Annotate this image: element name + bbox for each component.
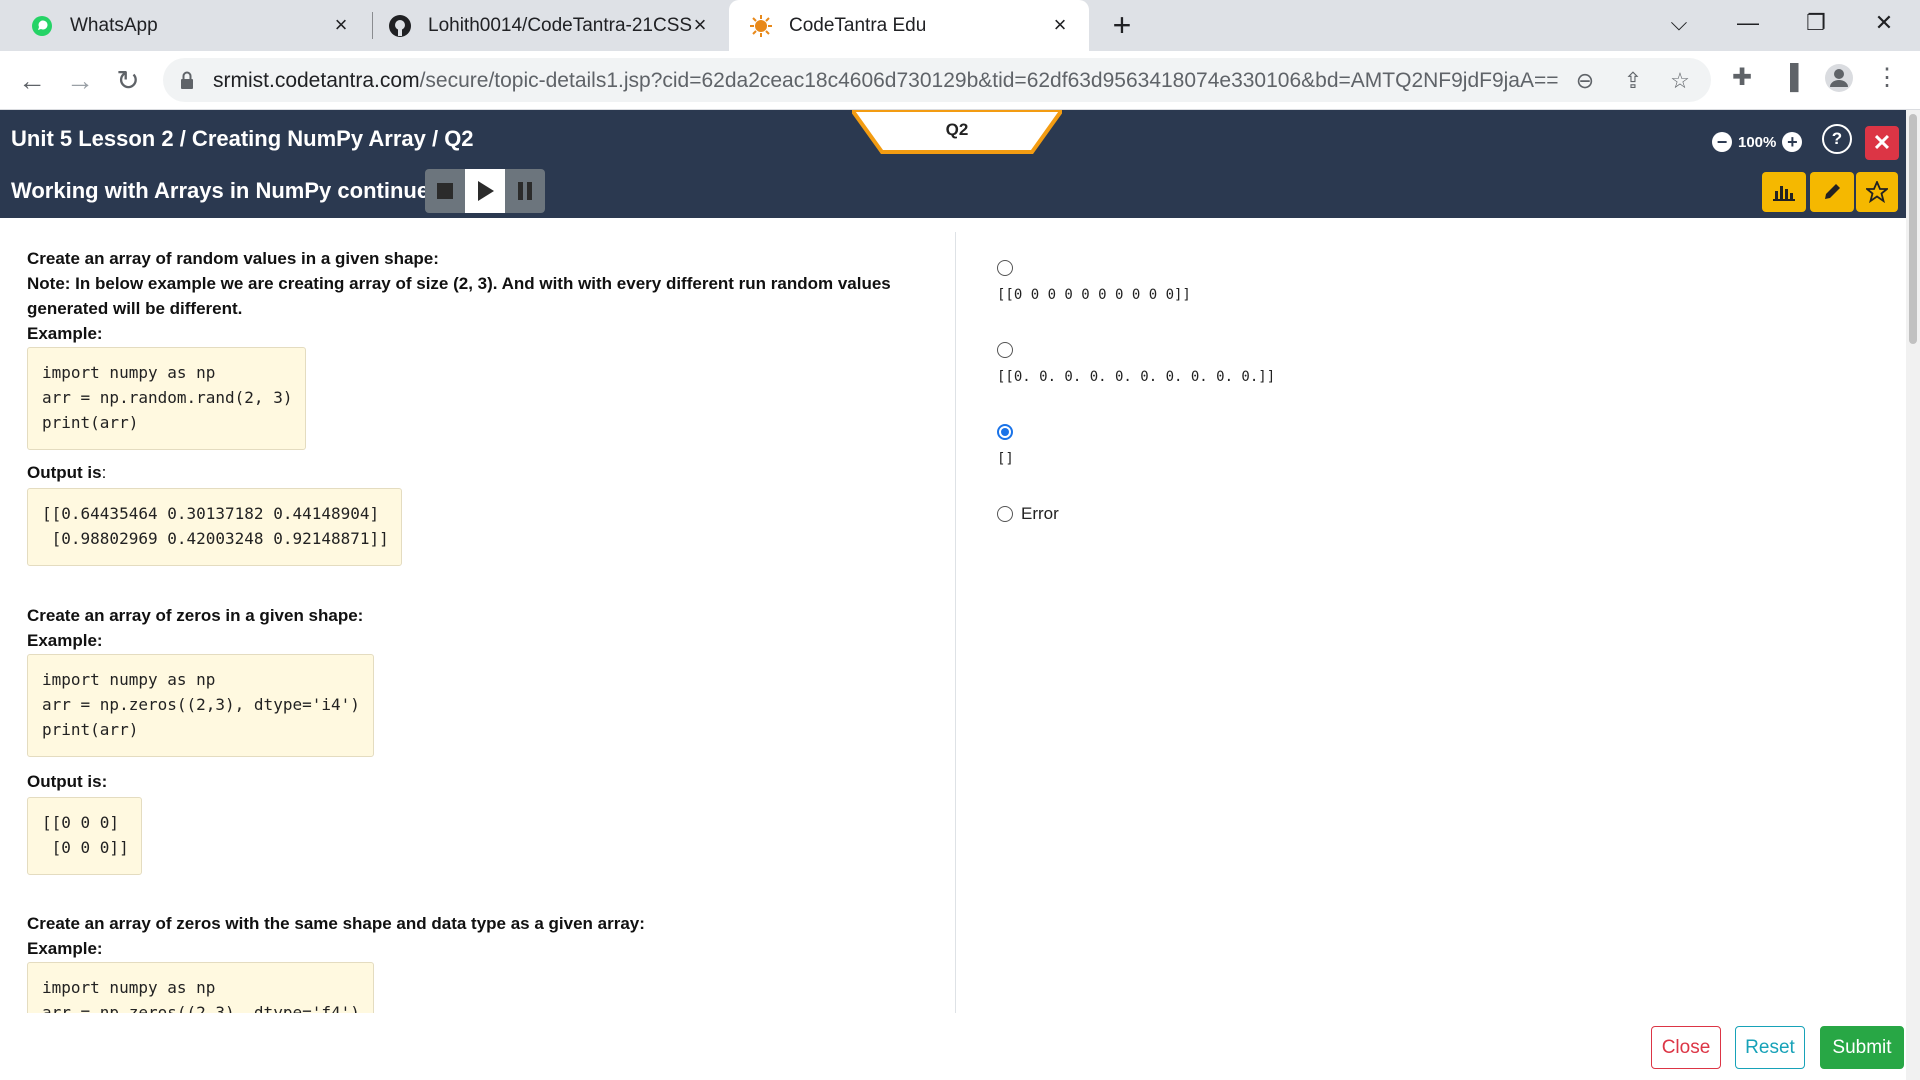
question-tab-label: Q2 [945,120,969,139]
code-block: import numpy as np arr = np.zeros((2,3),… [27,962,374,1013]
scrollbar-thumb[interactable] [1909,114,1917,344]
zoom-level: 100% [1738,133,1777,151]
url-domain: srmist.codetantra.com [213,69,420,92]
tab-whatsapp[interactable]: WhatsApp × [0,0,370,51]
tab-github[interactable]: Lohith0014/CodeTantra-21CSS101 × [374,0,729,51]
codetantra-icon [749,14,773,38]
zoom-out-icon[interactable]: − [1712,132,1732,152]
radio-button-selected[interactable] [997,424,1013,440]
side-panel-icon[interactable]: ▐ [1775,63,1805,93]
example-label: Example: [27,324,103,343]
stop-button[interactable] [425,169,465,213]
browser-tab-bar: WhatsApp × Lohith0014/CodeTantra-21CSS10… [0,0,1920,51]
restore-icon[interactable]: ❐ [1796,8,1836,38]
star-icon [1866,181,1888,203]
browser-toolbar: ← → ↻ srmist.codetantra.com/secure/topic… [0,51,1920,110]
radio-button[interactable] [997,260,1013,276]
tab-codetantra[interactable]: CodeTantra Edu × [729,0,1089,51]
page-scrollbar[interactable] [1906,110,1920,1080]
star-icon[interactable]: ☆ [1667,68,1693,94]
example-label: Example: [27,939,103,958]
close-button[interactable]: Close [1651,1026,1721,1069]
zoom-in-icon[interactable]: + [1782,132,1803,152]
reset-button[interactable]: Reset [1735,1026,1805,1069]
tab-separator [372,12,373,39]
output-label-text: Output is [27,463,102,482]
output-label: Output is: [27,463,106,483]
bookmark-button[interactable] [1856,172,1898,212]
address-bar[interactable]: srmist.codetantra.com/secure/topic-detai… [163,58,1711,102]
radio-button[interactable] [997,506,1013,522]
stats-button[interactable] [1762,172,1806,212]
forward-icon[interactable]: → [62,63,98,99]
url-path: /secure/topic-details1.jsp?cid=62da2ceac… [419,69,1559,92]
window-close-icon[interactable]: ✕ [1864,8,1904,38]
close-icon[interactable]: × [1049,14,1071,36]
reload-icon[interactable]: ↻ [110,63,146,99]
option-text: Error [1021,504,1059,523]
breadcrumb: Unit 5 Lesson 2 / Creating NumPy Array /… [11,126,474,151]
media-controls [425,169,545,213]
section-heading: Create an array of zeros with the same s… [27,914,645,933]
output-label: Output is: [27,772,108,791]
output-label-colon: : [101,463,107,482]
output-block: [[0 0 0] [0 0 0]] [27,797,142,875]
whatsapp-icon [30,14,54,38]
section-zeros-like: Create an array of zeros with the same s… [27,911,947,961]
zoom-control: − 100% + [1712,132,1803,152]
bar-chart-icon [1773,186,1795,201]
output-block: [[0.64435464 0.30137182 0.44148904] [0.9… [27,488,402,566]
tab-title: Lohith0014/CodeTantra-21CSS101 [428,14,693,36]
play-button[interactable] [465,169,505,213]
github-icon [388,14,412,38]
minimize-icon[interactable]: — [1728,8,1768,38]
edit-button[interactable] [1810,172,1854,212]
section-note: Note: In below example we are creating a… [27,274,891,318]
question-tab[interactable]: Q2 [852,110,1062,154]
code-block: import numpy as np arr = np.zeros((2,3),… [27,654,374,757]
pause-button[interactable] [505,169,545,213]
help-button[interactable]: ? [1822,124,1852,154]
option-2[interactable]: [[0. 0. 0. 0. 0. 0. 0. 0. 0. 0.]] [997,342,1275,385]
code-block: import numpy as np arr = np.random.rand(… [27,347,306,450]
close-icon[interactable]: × [330,14,352,36]
option-3[interactable]: [] [997,424,1014,467]
option-4[interactable]: Error [997,504,1059,524]
example-label: Example: [27,631,103,650]
section-heading: Create an array of zeros in a given shap… [27,606,364,625]
option-1[interactable]: [[0 0 0 0 0 0 0 0 0 0]] [997,260,1191,303]
extensions-icon[interactable]: ✚ [1727,63,1757,93]
section-random: Create an array of random values in a gi… [27,246,947,346]
close-icon[interactable]: × [689,14,711,36]
pencil-icon [1825,184,1840,199]
pane-divider[interactable] [955,232,956,1013]
new-tab-button[interactable]: + [1108,9,1136,41]
page-title: Working with Arrays in NumPy continue.. [11,178,442,203]
lesson-content: Create an array of random values in a gi… [0,218,955,1013]
option-text: [[0 0 0 0 0 0 0 0 0 0]] [997,287,1191,303]
back-icon[interactable]: ← [14,63,50,99]
section-heading: Create an array of random values in a gi… [27,249,439,268]
radio-button[interactable] [997,342,1013,358]
chevron-down-icon[interactable]: ⌵ [1659,8,1699,38]
url-text: srmist.codetantra.com/secure/topic-detai… [213,69,1559,93]
submit-button[interactable]: Submit [1820,1026,1904,1069]
profile-icon[interactable] [1824,63,1854,93]
action-footer: Close Reset Submit [0,1013,1906,1080]
section-zeros: Create an array of zeros in a given shap… [27,603,947,653]
tab-title: WhatsApp [70,14,158,36]
option-text: [] [997,451,1014,467]
tab-title: CodeTantra Edu [789,14,927,36]
lesson-header: Unit 5 Lesson 2 / Creating NumPy Array /… [0,110,1906,218]
lock-icon [180,71,194,89]
share-icon[interactable]: ⇪ [1620,68,1646,94]
option-text: [[0. 0. 0. 0. 0. 0. 0. 0. 0. 0.]] [997,369,1276,385]
zoom-icon[interactable]: ⊖ [1572,68,1598,94]
close-lesson-button[interactable]: ✕ [1865,126,1899,160]
more-menu-icon[interactable]: ⋮ [1872,63,1902,93]
